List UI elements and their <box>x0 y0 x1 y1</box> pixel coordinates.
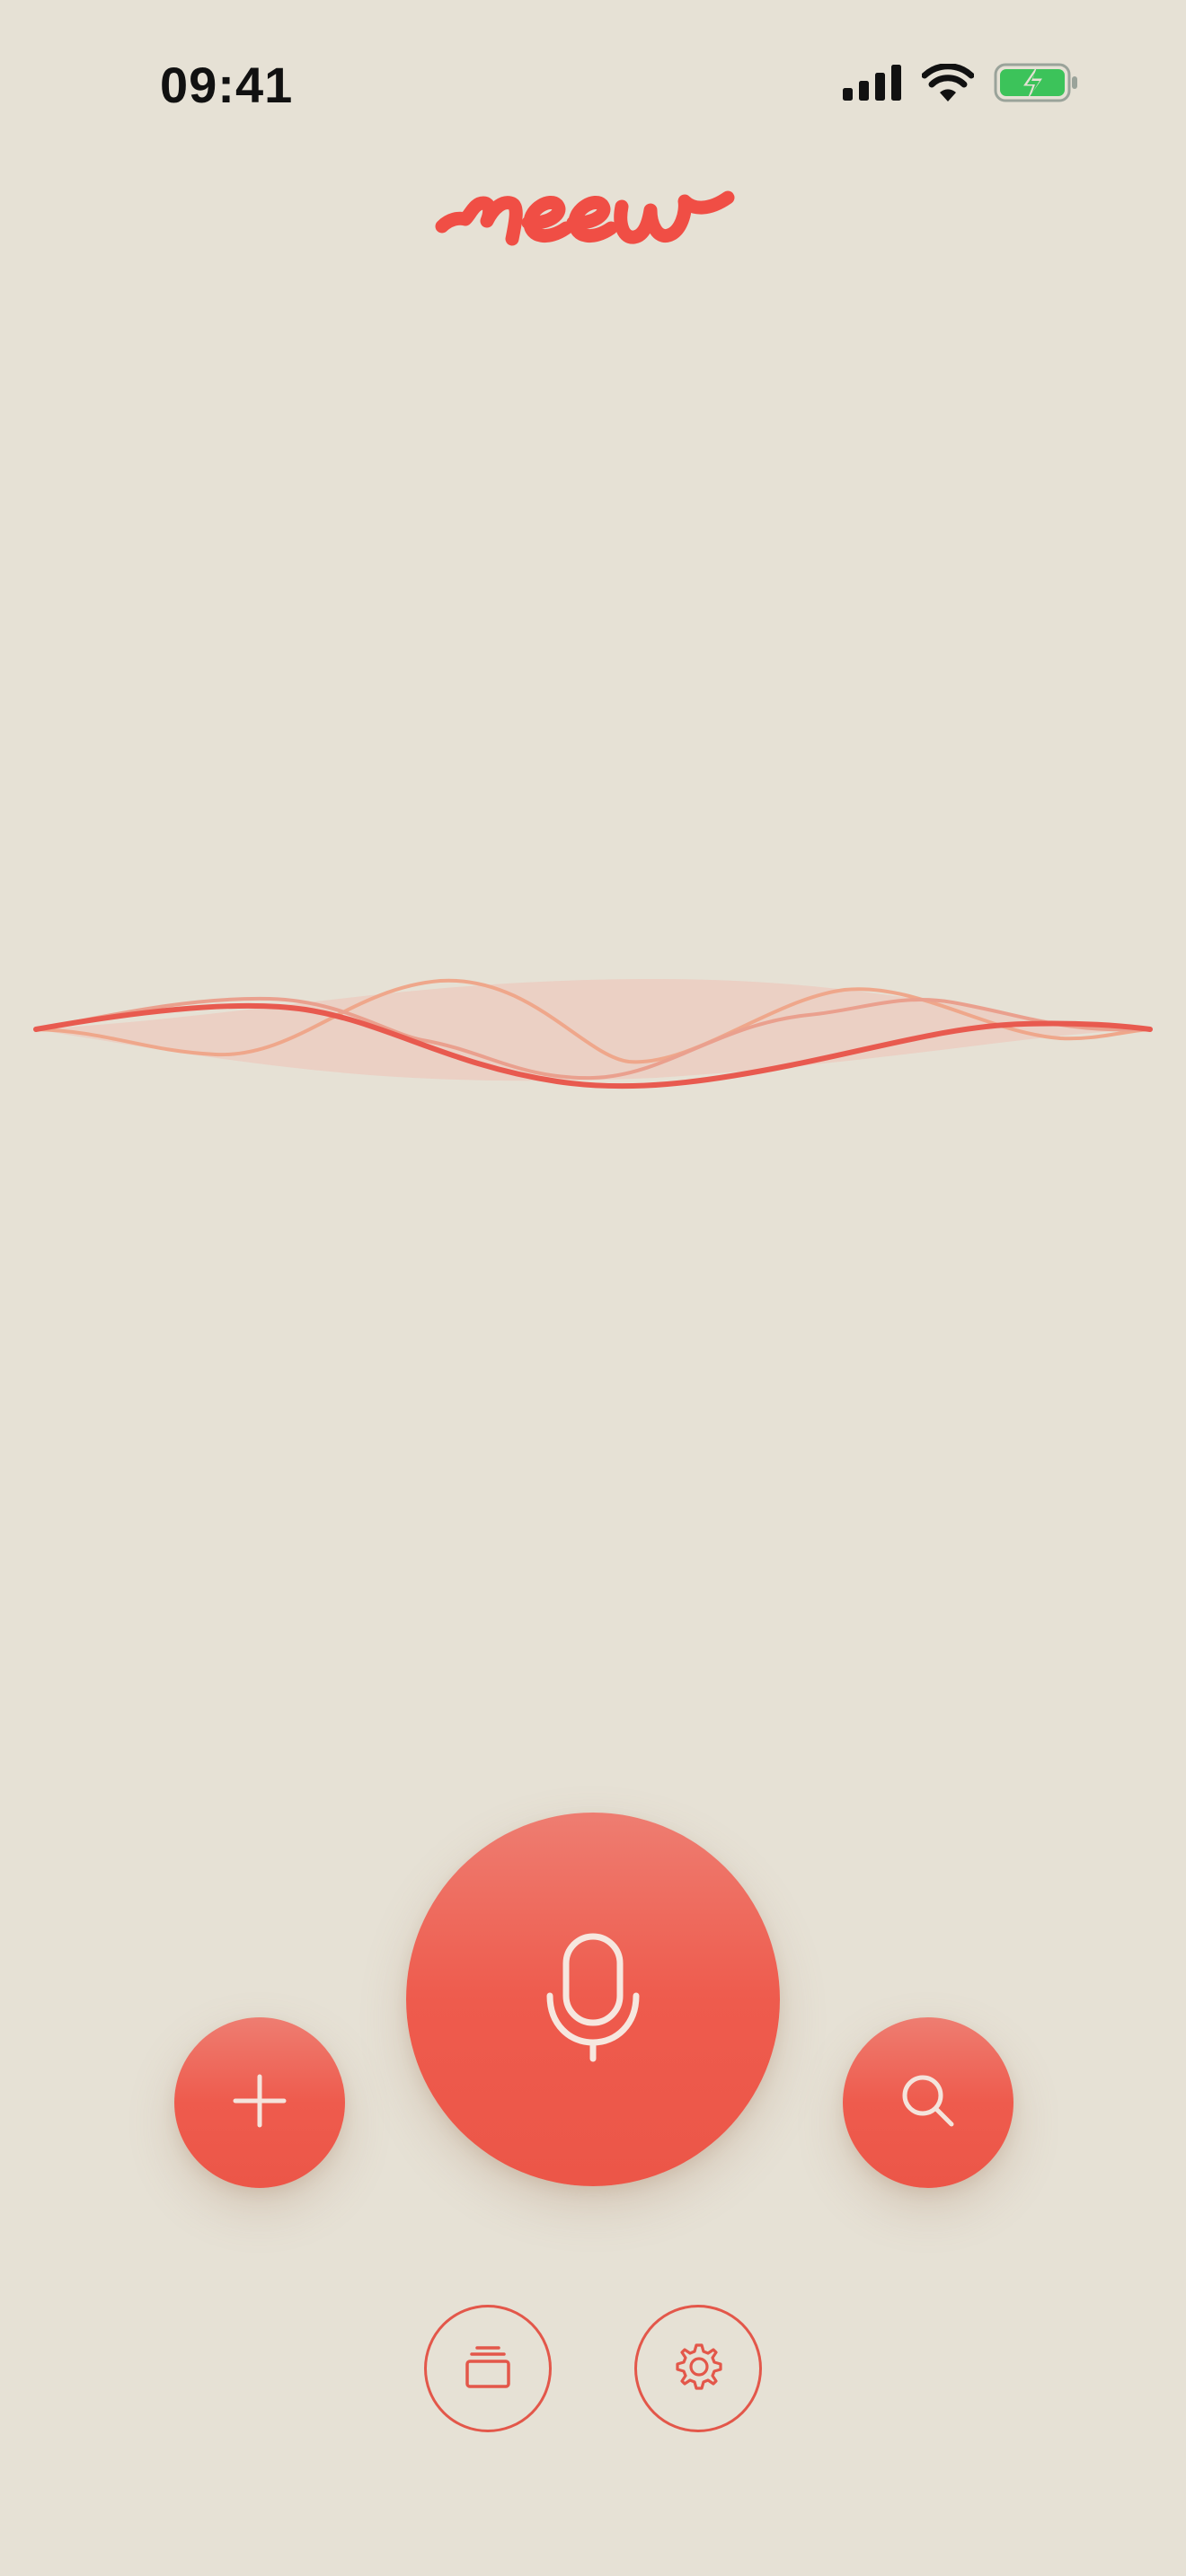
search-icon <box>899 2072 957 2134</box>
app-logo: meew <box>431 162 755 269</box>
plus-icon <box>232 2073 288 2133</box>
status-icons <box>843 63 1080 107</box>
status-bar: 09:41 <box>0 0 1186 171</box>
add-button[interactable] <box>174 2017 345 2188</box>
battery-charging-icon <box>994 63 1080 107</box>
wifi-icon <box>921 63 975 106</box>
waveform-fill <box>36 979 1150 1081</box>
meew-logo-icon <box>435 190 735 246</box>
stack-icon <box>465 2345 511 2393</box>
microphone-icon <box>546 1933 640 2067</box>
search-button[interactable] <box>843 2017 1013 2188</box>
record-button[interactable] <box>406 1813 780 2186</box>
library-button[interactable] <box>424 2305 552 2432</box>
settings-button[interactable] <box>634 2305 762 2432</box>
gear-icon <box>673 2342 723 2396</box>
cellular-signal-icon <box>843 65 902 105</box>
status-time: 09:41 <box>160 57 294 113</box>
voice-waveform <box>0 943 1186 1159</box>
